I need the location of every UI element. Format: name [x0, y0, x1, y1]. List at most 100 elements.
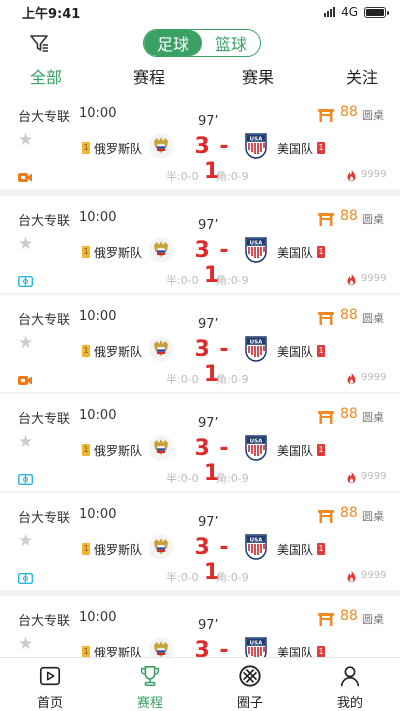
match-time: 10:00: [79, 507, 117, 522]
nav-schedule[interactable]: 赛程: [100, 658, 200, 711]
league-name: 台大专联: [18, 313, 71, 328]
half-time-score: 半:0-0: [166, 274, 199, 287]
play-icon: [39, 666, 61, 686]
home-team-name: 俄罗斯队: [94, 142, 143, 156]
battery-icon: [364, 6, 389, 18]
match-list: 台大专联 10:00 97’ ★ 1 俄罗斯队 3 - 1 USA 美国队 1 半:0-0 角:0-9…: [0, 92, 400, 657]
animation-icon[interactable]: [17, 272, 34, 288]
russia-crest-icon: [148, 237, 174, 263]
home-team-name: 俄罗斯队: [94, 246, 143, 260]
match-card[interactable]: 台大专联10:0097’★1俄罗斯队3 - 1USA美国队1半:0-0角:0-9…: [0, 596, 400, 657]
home-team-name: 俄罗斯队: [94, 345, 143, 359]
away-team-name: 美国队: [277, 646, 314, 657]
match-time: 10:00: [79, 309, 117, 324]
fire-icon: [346, 167, 357, 182]
away-red-card-badge: 1: [317, 543, 325, 555]
match-time: 10:00: [79, 408, 117, 423]
animation-icon[interactable]: [17, 470, 34, 486]
filter-icon[interactable]: [28, 32, 50, 54]
round-table-label: 圆桌: [362, 213, 384, 226]
usa-crest-icon: USA: [244, 133, 268, 159]
svg-text:USA: USA: [250, 340, 263, 346]
usa-crest-icon: USA: [244, 237, 268, 263]
away-team-name: 美国队: [277, 246, 314, 260]
match-minute: 97’: [198, 515, 219, 530]
sport-basketball-tab[interactable]: 篮球: [202, 30, 260, 56]
match-score: 3 - 1: [194, 638, 230, 657]
favorite-star-icon[interactable]: ★: [18, 636, 33, 653]
favorite-star-icon[interactable]: ★: [18, 132, 33, 149]
tab-all[interactable]: 全部: [30, 64, 62, 88]
header: 足球 篮球: [0, 28, 400, 60]
favorite-star-icon[interactable]: ★: [18, 236, 33, 253]
round-table-count[interactable]: 88: [340, 208, 358, 224]
nav-home-label: 首页: [36, 696, 63, 711]
status-indicators: 4G: [324, 5, 389, 19]
home-team-name: 俄罗斯队: [94, 444, 143, 458]
animation-icon[interactable]: [17, 569, 34, 585]
nav-circle-label: 圈子: [236, 696, 263, 711]
video-icon[interactable]: [18, 371, 33, 385]
away-team-name: 美国队: [277, 543, 314, 557]
category-tabs: 全部 赛程 赛果 关注: [0, 64, 400, 90]
corner-count: 角:0-9: [216, 170, 249, 183]
match-card[interactable]: 台大专联10:0097’★1俄罗斯队3 - 1USA美国队1半:0-0角:0-9…: [0, 394, 400, 491]
favorite-star-icon[interactable]: ★: [18, 335, 33, 352]
nav-mine-label: 我的: [336, 696, 363, 711]
home-yellow-card-badge: 1: [82, 646, 90, 657]
league-name: 台大专联: [18, 614, 71, 629]
round-table-label: 圆桌: [362, 613, 384, 626]
nav-circle[interactable]: 圈子: [200, 658, 300, 711]
match-minute: 97’: [198, 618, 219, 633]
round-table-label: 圆桌: [362, 109, 384, 122]
nav-home[interactable]: 首页: [0, 658, 100, 711]
league-name: 台大专联: [18, 412, 71, 427]
sport-football-tab[interactable]: 足球: [144, 30, 202, 56]
russia-crest-icon: [148, 336, 174, 362]
home-yellow-card-badge: 1: [82, 543, 90, 555]
fire-icon: [346, 469, 357, 484]
round-table-icon: [318, 508, 334, 523]
svg-text:USA: USA: [250, 641, 263, 647]
match-card[interactable]: 台大专联10:0097’★1俄罗斯队3 - 1USA美国队1半:0-0角:0-9…: [0, 295, 400, 392]
round-table-count[interactable]: 88: [340, 104, 358, 120]
match-card[interactable]: 台大专联10:0097’★1俄罗斯队3 - 1USA美国队1半:0-0角:0-9…: [0, 92, 400, 189]
corner-count: 角:0-9: [216, 472, 249, 485]
svg-text:USA: USA: [250, 137, 263, 143]
tab-schedule[interactable]: 赛程: [133, 64, 165, 88]
league-name: 台大专联: [18, 214, 71, 229]
match-time: 10:00: [79, 610, 117, 625]
heat-count: 9999: [361, 570, 387, 581]
tab-following[interactable]: 关注: [346, 64, 378, 88]
trophy-icon: [140, 665, 160, 686]
svg-text:USA: USA: [250, 241, 263, 247]
round-table-count[interactable]: 88: [340, 307, 358, 323]
away-red-card-badge: 1: [317, 345, 325, 357]
round-table-count[interactable]: 88: [340, 406, 358, 422]
half-time-score: 半:0-0: [166, 472, 199, 485]
usa-crest-icon: USA: [244, 336, 268, 362]
match-card[interactable]: 台大专联10:0097’★1俄罗斯队3 - 1USA美国队1半:0-0角:0-9…: [0, 196, 400, 293]
round-table-count[interactable]: 88: [340, 608, 358, 624]
round-table-label: 圆桌: [362, 510, 384, 523]
usa-crest-icon: USA: [244, 534, 268, 560]
league-name: 台大专联: [18, 110, 71, 125]
match-card[interactable]: 台大专联10:0097’★1俄罗斯队3 - 1USA美国队1半:0-0角:0-9…: [0, 493, 400, 590]
favorite-star-icon[interactable]: ★: [18, 434, 33, 451]
status-bar: 上午9:41 4G: [0, 0, 400, 24]
video-icon[interactable]: [18, 168, 33, 182]
away-red-card-badge: 1: [317, 246, 325, 258]
person-icon: [340, 666, 360, 687]
bottom-nav: 首页 赛程 圈子 我的: [0, 657, 400, 711]
russia-crest-icon: [148, 435, 174, 461]
tab-results[interactable]: 赛果: [242, 64, 274, 88]
nav-mine[interactable]: 我的: [300, 658, 400, 711]
russia-crest-icon: [148, 637, 174, 657]
round-table-count[interactable]: 88: [340, 505, 358, 521]
home-team-name: 俄罗斯队: [94, 646, 143, 657]
half-time-score: 半:0-0: [166, 571, 199, 584]
favorite-star-icon[interactable]: ★: [18, 533, 33, 550]
away-red-card-badge: 1: [317, 142, 325, 154]
network-type: 4G: [341, 5, 358, 19]
svg-text:USA: USA: [250, 538, 263, 544]
